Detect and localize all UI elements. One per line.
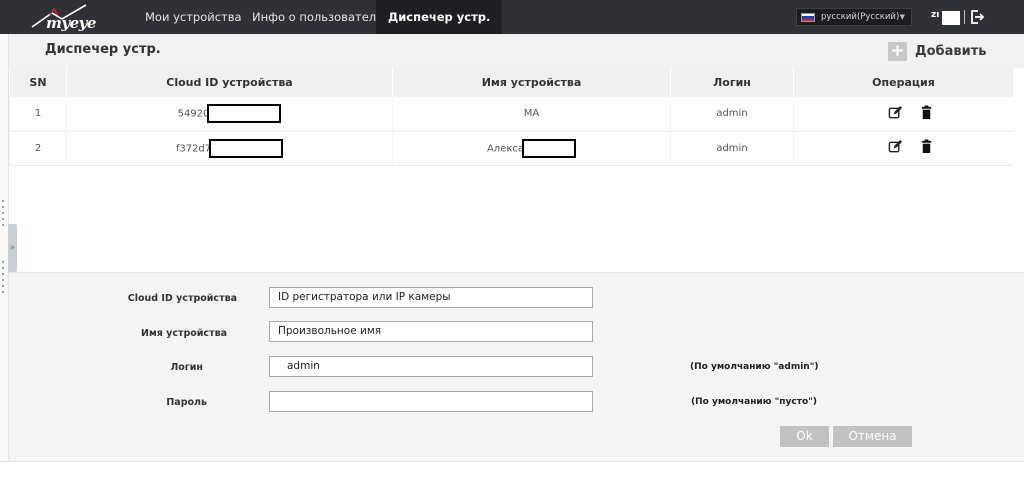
row-cloud-id: f372d7	[66, 131, 393, 166]
row-sn: 2	[9, 131, 67, 166]
nav-user-info[interactable]: Инфо о пользователе	[252, 0, 383, 34]
page-title: Диспечер устр.	[45, 42, 161, 57]
password-label: Пароль	[166, 397, 207, 408]
login-hint: (По умолчанию "admin")	[690, 362, 819, 372]
device-name-input[interactable]: Произвольное имя	[269, 321, 593, 342]
logo-text: myeye	[46, 14, 96, 31]
row-operations	[793, 131, 1013, 166]
login-label: Логин	[170, 362, 203, 373]
cloud-id-input[interactable]: ID регистратора или IP камеры	[269, 287, 593, 308]
column-header-login: Логин	[670, 67, 794, 97]
myeye-logo[interactable]: myeye	[28, 3, 118, 31]
add-device-label: Добавить	[915, 43, 987, 59]
plus-icon: +	[888, 41, 907, 61]
add-device-button[interactable]: + Добавить	[888, 40, 986, 62]
edit-icon[interactable]	[888, 105, 903, 120]
column-header-cloud-id: Cloud ID устройства	[66, 67, 393, 97]
top-navigation-bar: myeye Мои устройства Инфо о пользователе…	[0, 0, 1024, 34]
row-login: admin	[670, 97, 794, 132]
language-label: русский(Русский)	[821, 12, 900, 22]
trash-icon[interactable]	[919, 139, 934, 154]
column-header-operation: Операция	[793, 67, 1013, 97]
divider	[0, 461, 1024, 462]
table-header-row: SN Cloud ID устройства Имя устройства Ло…	[9, 67, 1013, 97]
drag-handle-icon	[2, 200, 4, 230]
column-header-device-name: Имя устройства	[392, 67, 671, 97]
column-header-sn: SN	[9, 67, 67, 97]
username-redaction	[942, 11, 960, 25]
row-sn: 1	[9, 97, 67, 132]
login-input[interactable]: admin	[269, 356, 593, 377]
nav-my-devices[interactable]: Мои устройства	[145, 0, 242, 34]
redaction-box	[207, 104, 282, 124]
nav-device-manager[interactable]: Диспечер устр.	[376, 0, 503, 34]
main-content: Диспечер устр. + Добавить SN Cloud ID ус…	[9, 34, 1024, 461]
table-row[interactable]: 2 f372d7 Алекса admin	[9, 131, 1013, 166]
row-cloud-id: 54920	[66, 97, 393, 132]
edit-icon[interactable]	[888, 139, 903, 154]
chevron-down-icon: ▼	[899, 13, 905, 21]
table-row[interactable]: 1 54920 MA admin	[9, 97, 1013, 132]
page-header: Диспечер устр. + Добавить	[9, 34, 1024, 68]
row-operations	[793, 97, 1013, 132]
username: zı	[931, 10, 940, 20]
password-hint: (По умолчанию "пусто")	[691, 397, 817, 407]
redaction-box	[209, 138, 284, 158]
redaction-box	[522, 138, 577, 158]
cloud-id-label: Cloud ID устройства	[127, 293, 237, 304]
trash-icon[interactable]	[919, 105, 934, 120]
device-table: SN Cloud ID устройства Имя устройства Ло…	[9, 67, 1013, 166]
password-input[interactable]	[269, 391, 593, 412]
ok-button[interactable]: Ok	[780, 426, 829, 447]
row-device-name: MA	[392, 97, 671, 132]
device-name-label: Имя устройства	[141, 328, 227, 339]
divider	[964, 10, 965, 24]
russia-flag-icon	[801, 13, 815, 22]
language-select[interactable]: русский(Русский) ▼	[796, 8, 912, 26]
row-device-name: Алекса	[392, 131, 671, 166]
drag-handle-icon	[2, 261, 4, 297]
add-device-form: Cloud ID устройства ID регистратора или …	[9, 272, 1024, 461]
row-login: admin	[670, 131, 794, 166]
logout-icon[interactable]	[969, 9, 985, 25]
cancel-button[interactable]: Отмена	[833, 426, 912, 447]
